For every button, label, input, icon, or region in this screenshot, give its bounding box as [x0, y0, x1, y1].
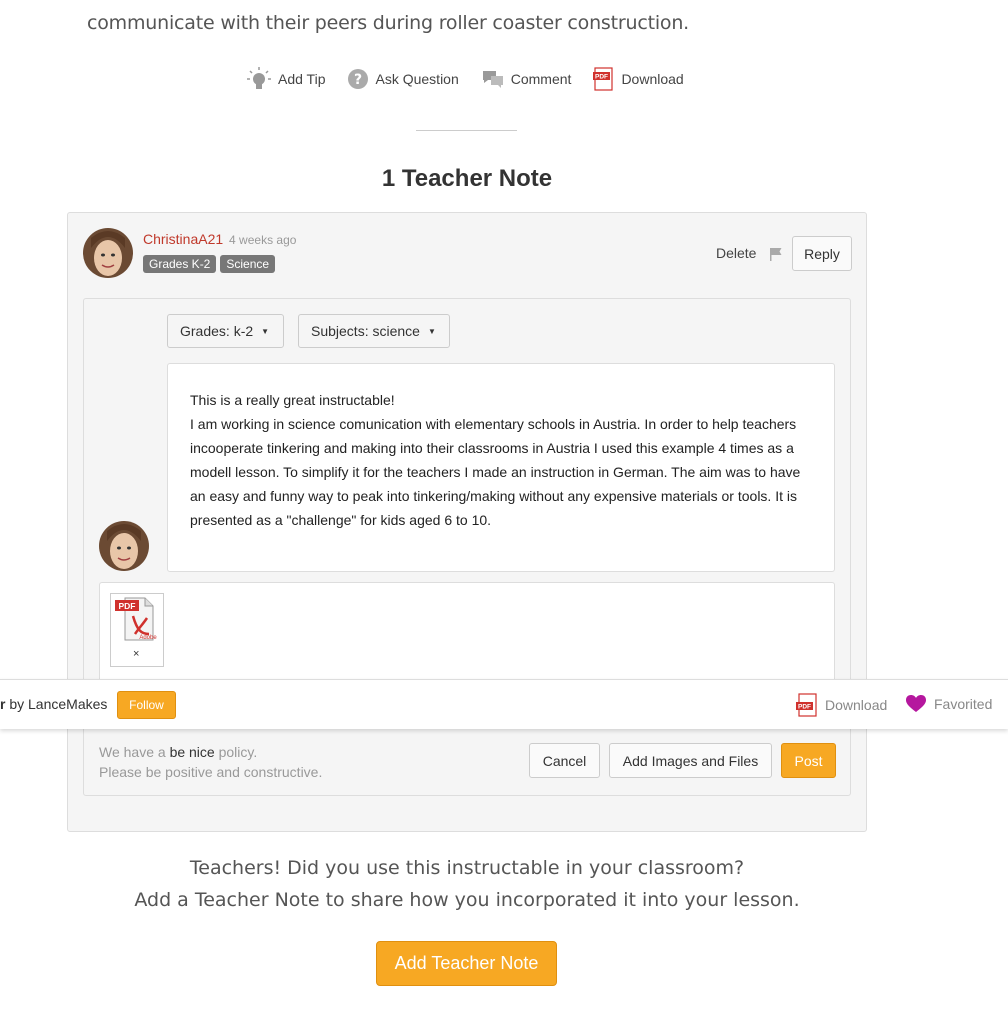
note-text-body: I am working in science comunication wit…	[190, 416, 801, 528]
cta-line1: Teachers! Did you use this instructable …	[189, 857, 745, 879]
attachments-area	[99, 582, 835, 684]
divider	[416, 130, 517, 131]
be-nice-policy: We have a be nice policy. Please be posi…	[99, 742, 322, 782]
caret-down-icon: ▼	[427, 326, 436, 336]
pdf-attachment-sub: Adobe	[139, 635, 157, 641]
comment-icon	[482, 71, 503, 88]
badge-grades[interactable]: Grades K-2	[143, 255, 217, 273]
step-actions: Add Tip ? Ask Question Comment PDF Downl…	[246, 66, 706, 92]
section-title: 1 Teacher Note	[381, 165, 553, 192]
svg-text:?: ?	[354, 72, 362, 88]
subjects-dropdown[interactable]: Subjects: science ▼	[298, 314, 450, 348]
pdf-icon: PDF	[593, 67, 614, 91]
download-label: Download	[621, 71, 684, 87]
sticky-by-author[interactable]: by LanceMakes	[5, 696, 107, 712]
add-images-button[interactable]: Add Images and Files	[609, 743, 772, 778]
note-textarea[interactable]: This is a really great instructable! I a…	[167, 363, 835, 572]
post-button[interactable]: Post	[781, 743, 836, 778]
note-author: ChristinaA21 4 weeks ago	[143, 231, 296, 247]
pdf-icon: PDF	[796, 693, 817, 717]
cta-line2: Add a Teacher Note to share how you inco…	[134, 889, 800, 911]
grades-dropdown[interactable]: Grades: k-2 ▼	[167, 314, 284, 348]
author-name[interactable]: ChristinaA21	[143, 231, 223, 247]
current-user-avatar	[99, 521, 149, 571]
add-teacher-note-button[interactable]: Add Teacher Note	[376, 941, 557, 986]
policy-post: policy.	[214, 744, 258, 760]
adobe-pdf-icon: PDF Adobe	[115, 597, 157, 641]
favorited-label: Favorited	[934, 696, 993, 712]
heart-icon	[906, 695, 926, 712]
grades-dropdown-label: Grades: k-2	[180, 323, 254, 339]
comment-button[interactable]: Comment	[481, 69, 572, 89]
sticky-download-label: Download	[825, 697, 888, 713]
favorite-button[interactable]: Favorited	[906, 695, 992, 713]
lightbulb-icon	[247, 67, 271, 89]
add-tip-label: Add Tip	[278, 71, 326, 87]
flag-icon[interactable]	[768, 246, 784, 262]
policy-line2: Please be positive and constructive.	[99, 764, 323, 780]
download-button[interactable]: PDF Download	[593, 67, 684, 91]
badge-subject[interactable]: Science	[220, 255, 276, 273]
add-tip-button[interactable]: Add Tip	[246, 66, 325, 92]
ask-question-button[interactable]: ? Ask Question	[347, 68, 459, 90]
be-nice-link[interactable]: be nice	[170, 744, 215, 760]
sticky-download-button[interactable]: PDF Download	[795, 693, 887, 717]
note-text-line1: This is a really great instructable!	[190, 392, 395, 408]
sticky-title: r by LanceMakes	[0, 696, 107, 712]
subjects-dropdown-label: Subjects: science	[311, 323, 420, 339]
question-icon: ?	[348, 69, 369, 89]
intro-text: communicate with their peers during roll…	[87, 12, 690, 34]
delete-button[interactable]: Delete	[716, 245, 756, 261]
svg-text:PDF: PDF	[798, 704, 811, 711]
note-text: This is a really great instructable! I a…	[190, 388, 815, 532]
pdf-attachment-label: PDF	[119, 601, 136, 611]
note-timestamp: 4 weeks ago	[229, 233, 297, 247]
sticky-author-bar: r by LanceMakes Follow PDF Download Favo…	[0, 679, 1008, 729]
comment-label: Comment	[510, 71, 572, 87]
caret-down-icon: ▼	[261, 326, 270, 336]
svg-text:PDF: PDF	[595, 74, 608, 81]
reply-button[interactable]: Reply	[792, 236, 852, 271]
policy-pre: We have a	[99, 744, 170, 760]
note-badges: Grades K-2 Science	[143, 255, 276, 273]
cancel-button[interactable]: Cancel	[529, 743, 600, 778]
follow-button[interactable]: Follow	[117, 691, 176, 719]
remove-attachment-button[interactable]: ×	[133, 648, 139, 660]
author-avatar[interactable]	[83, 228, 133, 278]
ask-question-label: Ask Question	[375, 71, 459, 87]
